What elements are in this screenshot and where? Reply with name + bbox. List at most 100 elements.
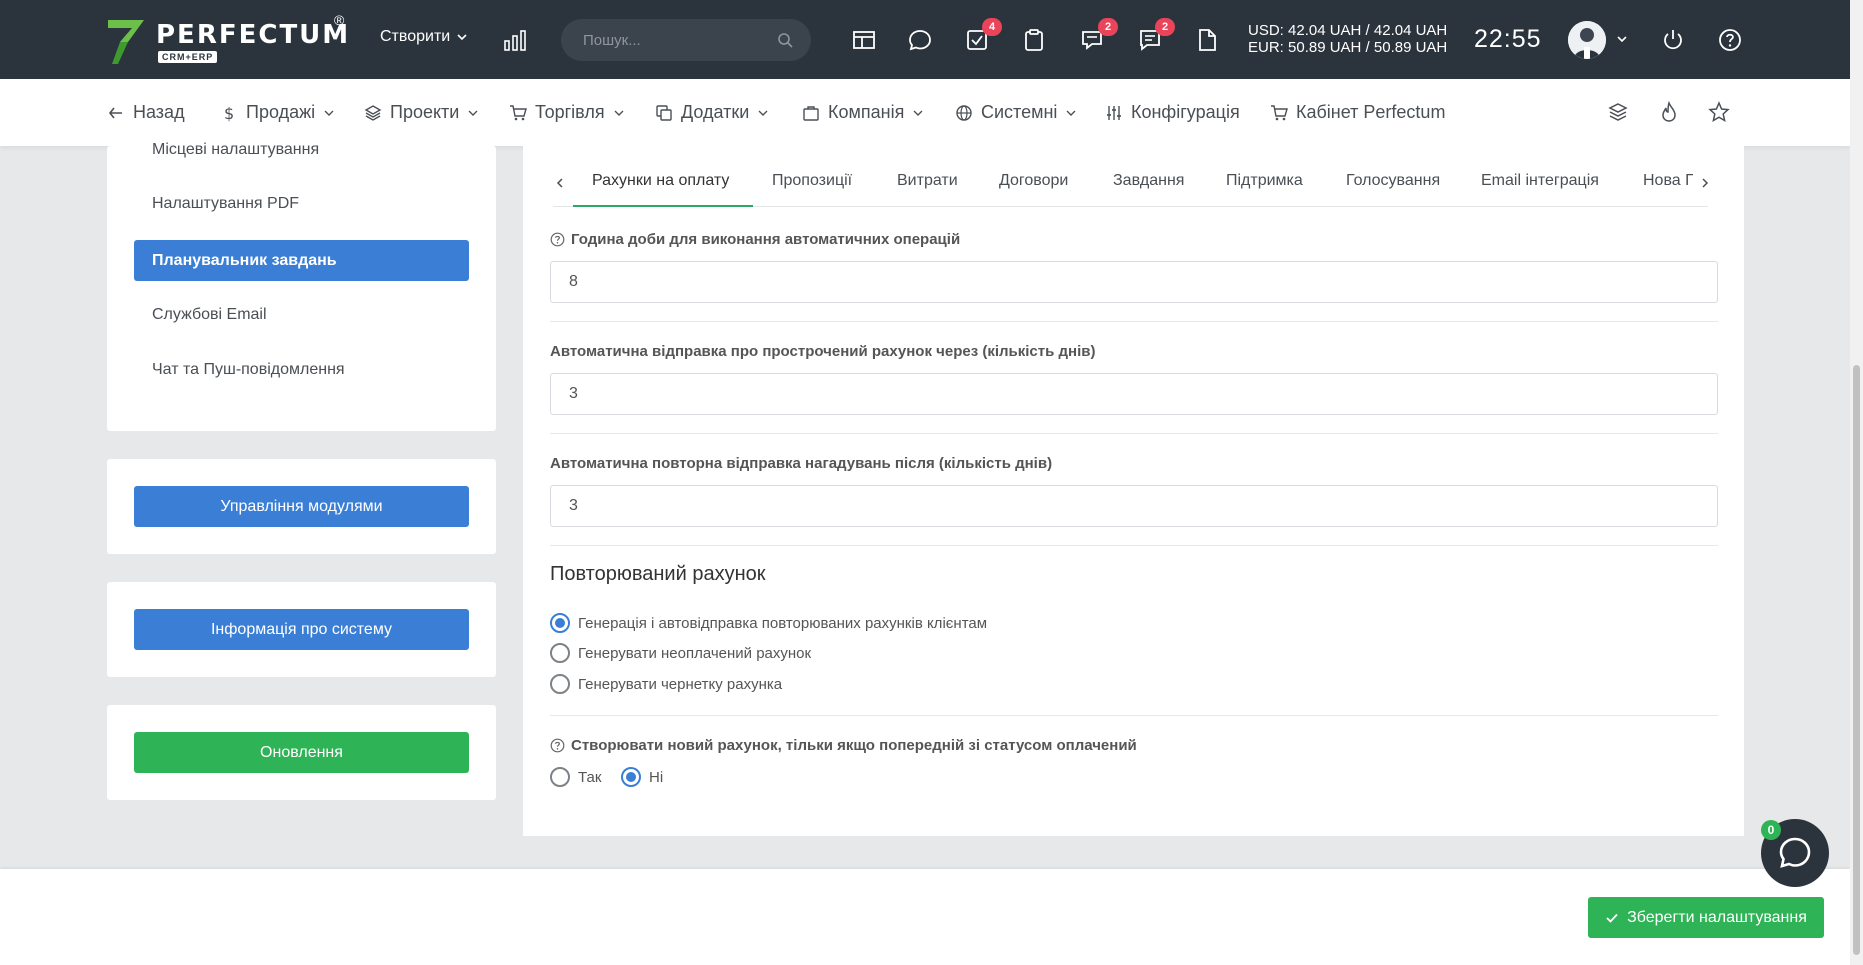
help-icon[interactable] xyxy=(550,738,565,753)
sidebar-item-task-scheduler[interactable]: Планувальник завдань xyxy=(134,240,469,281)
nav-cabinet[interactable]: Кабінет Perfectum xyxy=(1270,102,1445,123)
radio-button[interactable] xyxy=(550,613,570,633)
tab-email-integration[interactable]: Email інтеграція xyxy=(1481,172,1599,190)
chevron-left-icon[interactable] xyxy=(553,176,567,190)
save-settings-button[interactable]: Зберегти налаштування xyxy=(1588,897,1824,938)
sidebar-item-pdf-settings[interactable]: Налаштування PDF xyxy=(152,195,299,213)
manage-modules-button[interactable]: Управління модулями xyxy=(134,486,469,527)
discussions-icon[interactable]: 2 xyxy=(1080,18,1118,53)
sidebar-item-service-email[interactable]: Службові Email xyxy=(152,306,267,324)
tab-new[interactable]: Нова П xyxy=(1643,172,1693,190)
nav-back-label: Назад xyxy=(133,102,185,122)
messages-badge: 2 xyxy=(1155,18,1175,36)
svg-text:$: $ xyxy=(224,104,234,122)
chat-bubble-icon[interactable] xyxy=(907,27,933,53)
chevron-down-icon xyxy=(614,110,624,116)
nav-company-label: Компанія xyxy=(828,102,905,122)
star-icon[interactable] xyxy=(1708,101,1730,123)
recurring-invoice-title: Повторюваний рахунок xyxy=(550,563,766,585)
main-navbar: Назад $ Продажі Проекти Торгівля Додатки… xyxy=(0,79,1850,146)
hour-label-text: Година доби для виконання автоматичних о… xyxy=(571,231,961,248)
only-paid-label-text: Створювати новий рахунок, тільки якщо по… xyxy=(571,737,1137,754)
search-icon[interactable] xyxy=(777,32,793,48)
nav-projects[interactable]: Проекти xyxy=(364,102,479,123)
save-settings-label: Зберегти налаштування xyxy=(1627,908,1807,926)
update-button[interactable]: Оновлення xyxy=(134,732,469,773)
divider xyxy=(550,715,1718,716)
tab-support[interactable]: Підтримка xyxy=(1226,172,1303,190)
no-label: Ні xyxy=(649,768,664,786)
layers-icon[interactable] xyxy=(1607,101,1629,123)
radio-button[interactable] xyxy=(550,767,570,787)
nav-trade[interactable]: Торгівля xyxy=(509,102,625,123)
calendar-table-icon[interactable] xyxy=(851,27,877,53)
tab-proposals[interactable]: Пропозиції xyxy=(772,172,852,190)
create-dropdown[interactable]: Створити xyxy=(380,28,468,46)
settings-tabs: Рахунки на оплату Пропозиції Витрати Дог… xyxy=(553,160,1708,207)
system-info-button[interactable]: Інформація про систему xyxy=(134,609,469,650)
tasks-badge: 4 xyxy=(982,18,1002,36)
nav-addons-label: Додатки xyxy=(681,102,750,122)
logo-registered: ® xyxy=(334,12,345,28)
top-header: PERFECTUM ® CRM+ERP Створити 4 2 2 xyxy=(0,0,1850,79)
chevron-down-icon xyxy=(758,110,768,116)
messages-icon[interactable]: 2 xyxy=(1137,18,1175,53)
help-icon[interactable] xyxy=(1717,27,1743,53)
page-scrollbar-thumb[interactable] xyxy=(1853,365,1860,955)
nav-system-label: Системні xyxy=(981,102,1058,122)
fire-icon[interactable] xyxy=(1658,101,1680,123)
chevron-down-icon[interactable] xyxy=(1615,32,1629,46)
only-paid-field-label: Створювати новий рахунок, тільки якщо по… xyxy=(550,737,1137,754)
only-paid-no[interactable]: Ні xyxy=(621,767,663,787)
help-icon[interactable] xyxy=(550,232,565,247)
perfectum-logo[interactable]: PERFECTUM ® CRM+ERP xyxy=(106,12,356,68)
settings-menu-panel xyxy=(107,146,496,431)
only-paid-yes[interactable]: Так xyxy=(550,767,601,787)
tab-voting[interactable]: Голосування xyxy=(1346,172,1440,190)
chevron-down-icon xyxy=(468,110,478,116)
nav-system[interactable]: Системні xyxy=(955,102,1077,123)
bottom-action-bar xyxy=(0,869,1850,965)
sidebar-item-chat-push[interactable]: Чат та Пуш-повідомлення xyxy=(152,361,345,379)
recurring-option-label: Генерувати чернетку рахунка xyxy=(578,675,783,693)
recurring-option-unpaid[interactable]: Генерувати неоплачений рахунок xyxy=(550,643,811,663)
tab-contracts[interactable]: Договори xyxy=(999,172,1068,190)
clipboard-icon[interactable] xyxy=(1021,27,1047,53)
nav-company[interactable]: Компанія xyxy=(802,102,924,123)
create-label: Створити xyxy=(380,28,451,45)
recurring-option-label: Генерувати неоплачений рахунок xyxy=(578,644,812,662)
bar-chart-icon[interactable] xyxy=(503,28,527,52)
cart-icon xyxy=(510,104,527,120)
tab-expenses[interactable]: Витрати xyxy=(897,172,958,190)
power-icon[interactable] xyxy=(1660,27,1686,53)
nav-config[interactable]: Конфігурація xyxy=(1105,102,1240,123)
yes-label: Так xyxy=(578,768,602,786)
layers-icon xyxy=(364,104,382,121)
overdue-days-input[interactable]: 3 xyxy=(550,373,1718,415)
tasks-icon[interactable]: 4 xyxy=(964,18,1002,53)
recurring-option-draft[interactable]: Генерувати чернетку рахунка xyxy=(550,674,782,694)
search-input[interactable] xyxy=(561,19,811,61)
sidebar-item-local-settings[interactable]: Місцеві налаштування xyxy=(152,141,319,159)
tab-tasks[interactable]: Завдання xyxy=(1113,172,1184,190)
chat-unread-badge: 0 xyxy=(1761,820,1781,840)
nav-projects-label: Проекти xyxy=(390,102,460,122)
chevron-right-icon[interactable] xyxy=(1698,176,1712,190)
nav-back[interactable]: Назад xyxy=(107,102,185,123)
resend-days-input[interactable]: 3 xyxy=(550,485,1718,527)
tab-invoices[interactable]: Рахунки на оплату xyxy=(592,172,729,190)
radio-button[interactable] xyxy=(550,643,570,663)
sliders-icon xyxy=(1107,105,1121,120)
nav-sales[interactable]: $ Продажі xyxy=(220,102,335,123)
recurring-option-auto-send[interactable]: Генерація і автовідправка повторюваних р… xyxy=(550,613,987,633)
hour-input[interactable]: 8 xyxy=(550,261,1718,303)
discussions-badge: 2 xyxy=(1098,18,1118,36)
document-icon[interactable] xyxy=(1194,27,1220,53)
nav-addons[interactable]: Додатки xyxy=(655,102,769,123)
nav-trade-label: Торгівля xyxy=(535,102,605,122)
nav-cabinet-label: Кабінет Perfectum xyxy=(1296,102,1446,122)
radio-button[interactable] xyxy=(550,674,570,694)
divider xyxy=(550,321,1718,322)
radio-button[interactable] xyxy=(621,767,641,787)
avatar[interactable] xyxy=(1568,21,1606,59)
